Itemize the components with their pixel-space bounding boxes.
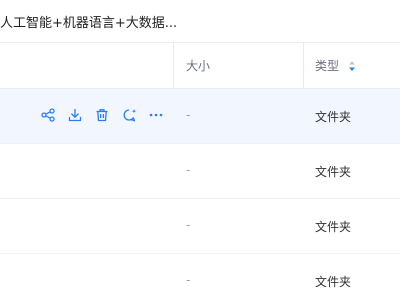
- more-icon[interactable]: [148, 107, 164, 123]
- delete-icon[interactable]: [94, 107, 110, 123]
- download-icon[interactable]: [67, 107, 83, 123]
- cell-type: 文件夹: [315, 275, 352, 289]
- column-divider[interactable]: [303, 43, 304, 88]
- cell-type: 文件夹: [315, 110, 352, 124]
- ai-chat-icon[interactable]: [121, 107, 137, 123]
- row-actions: [40, 107, 175, 123]
- table-header: 大小 类型: [0, 43, 400, 89]
- table-row[interactable]: - 文件夹: [0, 199, 400, 254]
- column-header-type[interactable]: 类型: [315, 57, 356, 74]
- table-row[interactable]: - 文件夹: [0, 254, 400, 300]
- cell-size: -: [186, 218, 191, 232]
- column-header-type-label: 类型: [315, 59, 340, 73]
- cell-size: -: [186, 163, 191, 177]
- share-icon[interactable]: [40, 107, 56, 123]
- breadcrumb[interactable]: 人工智能+机器语言+大数据...: [0, 0, 400, 43]
- cell-size: -: [186, 273, 191, 287]
- table-row[interactable]: - 文件夹: [0, 89, 400, 144]
- cell-size: -: [186, 108, 191, 122]
- cell-type: 文件夹: [315, 165, 352, 179]
- breadcrumb-path[interactable]: 人工智能+机器语言+大数据...: [0, 12, 177, 31]
- column-divider[interactable]: [173, 43, 174, 88]
- table-row[interactable]: - 文件夹: [0, 144, 400, 199]
- cell-type: 文件夹: [315, 220, 352, 234]
- sort-icon[interactable]: [348, 60, 356, 72]
- file-list-page: 人工智能+机器语言+大数据... 大小 类型 - 文件夹 - 文件夹 - 文件夹…: [0, 0, 400, 300]
- column-header-size[interactable]: 大小: [186, 57, 210, 74]
